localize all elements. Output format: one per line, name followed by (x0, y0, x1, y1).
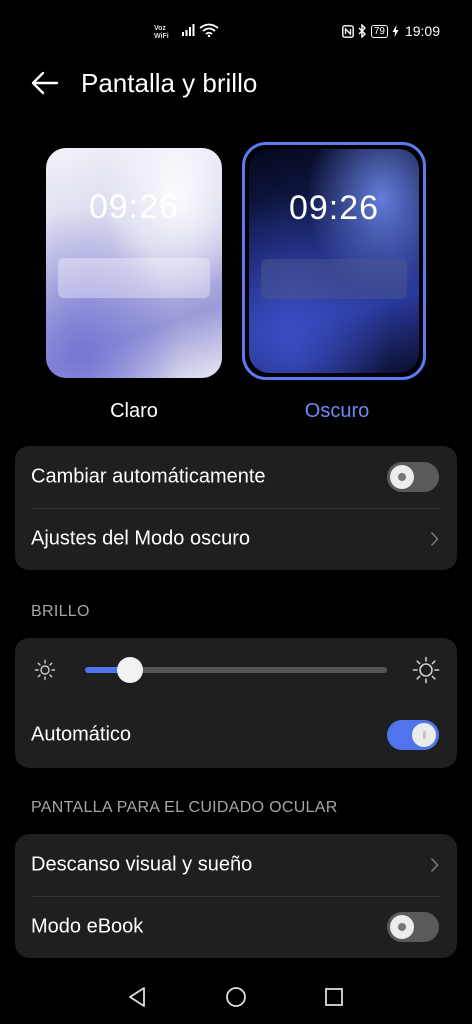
nav-recents-icon[interactable] (323, 985, 345, 1009)
navigation-bar (0, 975, 472, 1024)
dark-mode-card: Cambiar automáticamente Ajustes del Modo… (15, 446, 457, 570)
preview-widget (58, 258, 210, 298)
brightness-card: Automático (15, 638, 457, 768)
nav-back-icon[interactable] (126, 985, 148, 1009)
theme-label-oscuro: Oscuro (304, 400, 370, 422)
carrier-label: Voz WiFi (154, 25, 169, 40)
theme-preview-light: 09:26 (46, 148, 222, 378)
toggle-knob (390, 915, 414, 939)
page-title: Pantalla y brillo (81, 68, 258, 98)
ebook-toggle[interactable] (387, 912, 439, 942)
toggle-knob (390, 465, 414, 489)
section-title-eye-care: PANTALLA PARA EL CUIDADO OCULAR (31, 799, 338, 816)
auto-brightness-row[interactable]: Automático (15, 704, 457, 766)
theme-option-oscuro[interactable]: 09:26 Oscuro (242, 140, 432, 422)
dark-mode-settings-label: Ajustes del Modo oscuro (31, 527, 251, 550)
auto-switch-label: Cambiar automáticamente (31, 465, 266, 488)
preview-clock: 09:26 (288, 189, 380, 227)
bluetooth-icon (358, 24, 366, 38)
visual-rest-row[interactable]: Descanso visual y sueño (15, 834, 457, 896)
theme-label-claro: Claro (110, 400, 158, 422)
section-title-brillo: BRILLO (31, 603, 90, 620)
signal-icon (182, 24, 195, 36)
app-header: Pantalla y brillo (0, 60, 472, 108)
visual-rest-label: Descanso visual y sueño (31, 853, 253, 876)
nav-home-icon[interactable] (224, 985, 248, 1009)
auto-switch-row[interactable]: Cambiar automáticamente (15, 446, 457, 508)
sun-low-icon (34, 659, 56, 681)
chevron-right-icon (430, 531, 439, 547)
theme-option-claro[interactable]: 09:26 Claro (40, 140, 230, 422)
toggle-knob (412, 723, 436, 747)
nfc-icon (341, 24, 354, 38)
charging-icon (392, 25, 399, 37)
sun-high-icon (412, 656, 440, 684)
dark-mode-settings-row[interactable]: Ajustes del Modo oscuro (15, 508, 457, 570)
status-bar: Voz WiFi 79 19:09 (0, 0, 472, 64)
back-arrow-icon[interactable] (30, 70, 60, 96)
preview-widget (261, 259, 407, 299)
chevron-right-icon (430, 857, 439, 873)
ebook-row[interactable]: Modo eBook (15, 896, 457, 958)
status-right: 79 19:09 (341, 23, 440, 39)
ebook-label: Modo eBook (31, 915, 144, 938)
preview-clock: 09:26 (88, 188, 180, 226)
clock: 19:09 (404, 23, 440, 39)
battery-icon: 79 (370, 24, 388, 38)
brightness-slider[interactable] (85, 657, 387, 683)
auto-switch-toggle[interactable] (387, 462, 439, 492)
eye-care-card: Descanso visual y sueño Modo eBook (15, 834, 457, 958)
slider-thumb[interactable] (117, 657, 143, 683)
auto-brightness-label: Automático (31, 723, 132, 746)
wifi-icon (199, 23, 219, 37)
auto-brightness-toggle[interactable] (387, 720, 439, 750)
theme-preview-dark: 09:26 (249, 149, 419, 373)
